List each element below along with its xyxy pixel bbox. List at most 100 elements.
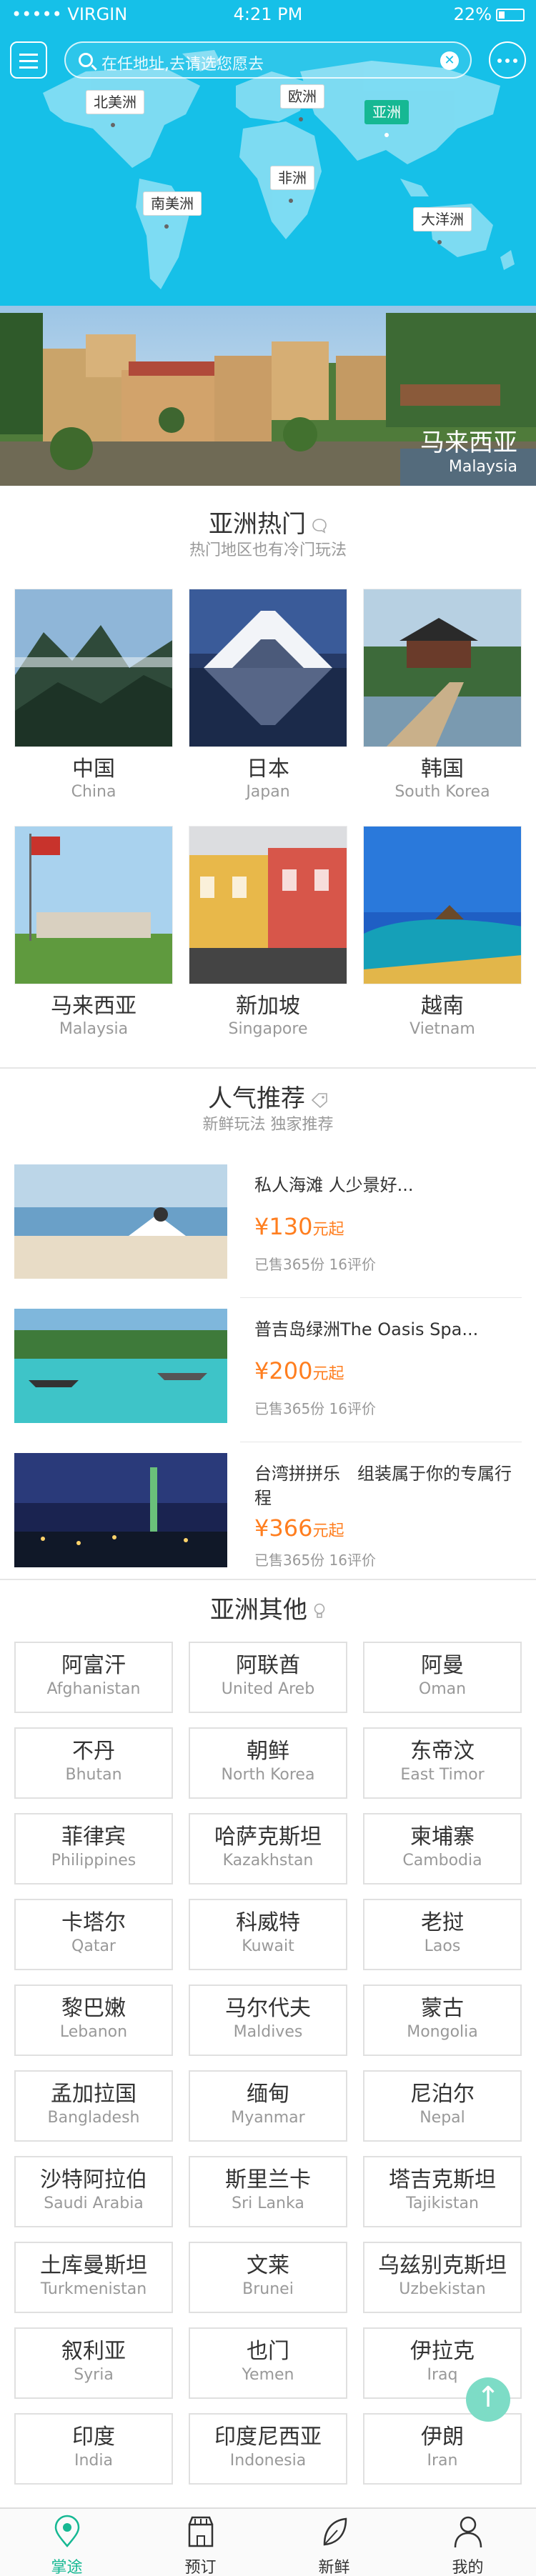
banner-title: 马来西亚 [420,429,517,457]
country-name: 阿联酋 [236,1653,300,1678]
country-name: 伊朗 [421,2425,464,2450]
country-item[interactable]: 孟加拉国 Bangladesh [14,2070,173,2142]
country-name-en: India [74,2452,113,2470]
map-tag-africa[interactable]: 非洲 [270,166,314,190]
country-item[interactable]: 塔吉克斯坦 Tajikistan [363,2156,522,2227]
map-tag-oceania[interactable]: 大洋洲 [413,207,472,231]
country-name-en: Saudi Arabia [44,2195,144,2212]
country-item[interactable]: 叙利亚 Syria [14,2327,173,2399]
country-name: 孟加拉国 [51,2082,137,2107]
search-bar[interactable]: 在任地址,去请选您愿去 ✕ [64,41,472,79]
destination-name-en: South Korea [394,783,490,801]
country-item[interactable]: 文莱 Brunei [189,2242,347,2313]
destination-name-en: China [71,783,116,801]
destination-card[interactable]: 中国 China [14,589,173,803]
map-dot [289,199,293,203]
recommend-item[interactable]: 普吉岛绿洲The Oasis Spa... ¥200元起 已售365份 16评价 [14,1309,522,1423]
map-tag-asia[interactable]: 亚洲 [364,100,409,124]
country-name: 印度尼西亚 [214,2425,322,2450]
country-item[interactable]: 蒙古 Mongolia [363,1985,522,2056]
country-item[interactable]: 也门 Yemen [189,2327,347,2399]
search-placeholder: 在任地址,去请选您愿去 [101,56,264,74]
country-item[interactable]: 阿富汗 Afghanistan [14,1642,173,1713]
tab-fresh[interactable]: 新鲜 [267,2509,401,2576]
banner-subtitle: Malaysia [448,458,517,476]
destination-card[interactable]: 韩国 South Korea [363,589,522,803]
map-tag-south-america[interactable]: 南美洲 [143,191,202,216]
country-item[interactable]: 哈萨克斯坦 Kazakhstan [189,1813,347,1884]
recommend-image [14,1309,227,1423]
section-title: 亚洲热门 [0,509,536,540]
country-name: 缅甸 [247,2082,289,2107]
recommend-item[interactable]: 台湾拼拼乐 组装属于你的专属行程 ¥366元起 已售365份 16评价 [14,1453,522,1569]
country-name: 卡塔尔 [61,1910,126,1935]
destination-card[interactable]: 马来西亚 Malaysia [14,826,173,1040]
country-item[interactable]: 阿联酋 United Areb [189,1642,347,1713]
section-divider [0,1579,536,1580]
price-value: ¥366 [254,1514,313,1542]
country-item[interactable]: 尼泊尔 Nepal [363,2070,522,2142]
recommend-meta: 已售365份 16评价 [254,1256,376,1273]
destination-card[interactable]: 新加坡 Singapore [189,826,347,1040]
country-item[interactable]: 伊朗 Iran [363,2413,522,2485]
clear-icon[interactable]: ✕ [440,51,459,70]
country-name-en: Bhutan [65,1766,122,1784]
country-item[interactable]: 东帝汶 East Timor [363,1727,522,1799]
country-name: 不丹 [72,1739,115,1764]
user-icon [454,2516,482,2548]
country-item[interactable]: 科威特 Kuwait [189,1899,347,1970]
back-to-top-button[interactable]: ↑ [466,2377,510,2422]
map-tag-north-america[interactable]: 北美洲 [86,90,144,114]
recommend-title: 私人海滩 人少景好... [254,1175,414,1195]
section-divider [0,1067,536,1069]
section-subtitle: 新鲜玩法 独家推荐 [202,1116,334,1134]
tab-home[interactable]: 掌途 [0,2509,134,2576]
country-item[interactable]: 阿曼 Oman [363,1642,522,1713]
country-item[interactable]: 黎巴嫩 Lebanon [14,1985,173,2056]
country-item[interactable]: 斯里兰卡 Sri Lanka [189,2156,347,2227]
country-item[interactable]: 老挝 Laos [363,1899,522,1970]
country-name-en: East Timor [400,1766,485,1784]
country-name-en: Philippines [51,1852,137,1869]
country-item[interactable]: 沙特阿拉伯 Saudi Arabia [14,2156,173,2227]
country-item[interactable]: 乌兹别克斯坦 Uzbekistan [363,2242,522,2313]
price-unit: 元起 [312,1522,344,1540]
recommend-meta: 已售365份 16评价 [254,1552,376,1569]
country-item[interactable]: 柬埔寨 Cambodia [363,1813,522,1884]
destination-card[interactable]: 日本 Japan [189,589,347,803]
destination-name: 中国 [72,757,115,782]
country-name: 乌兹别克斯坦 [378,2253,507,2278]
country-item[interactable]: 朝鲜 North Korea [189,1727,347,1799]
destination-name: 越南 [421,994,464,1019]
banner-image[interactable]: 马来西亚 Malaysia [0,306,536,486]
more-button[interactable] [489,41,526,79]
country-item[interactable]: 不丹 Bhutan [14,1727,173,1799]
destination-card[interactable]: 越南 Vietnam [363,826,522,1040]
country-item[interactable]: 印度 India [14,2413,173,2485]
recommend-image [14,1164,227,1279]
tab-label: 新鲜 [318,2559,350,2576]
menu-button[interactable] [10,41,47,79]
map-dot [299,117,303,121]
map-header: ••••• VIRGIN 4:21 PM 22% 在任地址,去请选您愿去 ✕ 北… [0,0,536,306]
tab-booking[interactable]: 预订 [134,2509,267,2576]
country-name-en: Sri Lanka [232,2195,304,2212]
country-name-en: Tajikistan [406,2195,479,2212]
country-item[interactable]: 马尔代夫 Maldives [189,1985,347,2056]
banner-caption: 马来西亚 Malaysia [420,429,517,477]
location-icon [54,2515,80,2547]
map-tag-europe[interactable]: 欧洲 [280,84,324,109]
destination-image [14,826,173,984]
recommend-item[interactable]: 私人海滩 人少景好... ¥130元起 已售365份 16评价 [14,1164,522,1279]
tab-label: 预订 [184,2559,217,2576]
country-name-en: Kazakhstan [222,1852,314,1869]
map-dot [164,224,169,229]
country-item[interactable]: 土库曼斯坦 Turkmenistan [14,2242,173,2313]
destination-image [363,589,522,747]
country-item[interactable]: 缅甸 Myanmar [189,2070,347,2142]
country-item[interactable]: 卡塔尔 Qatar [14,1899,173,1970]
country-item[interactable]: 印度尼西亚 Indonesia [189,2413,347,2485]
country-item[interactable]: 菲律宾 Philippines [14,1813,173,1884]
country-name: 黎巴嫩 [61,1996,126,2021]
tab-mine[interactable]: 我的 [401,2509,535,2576]
